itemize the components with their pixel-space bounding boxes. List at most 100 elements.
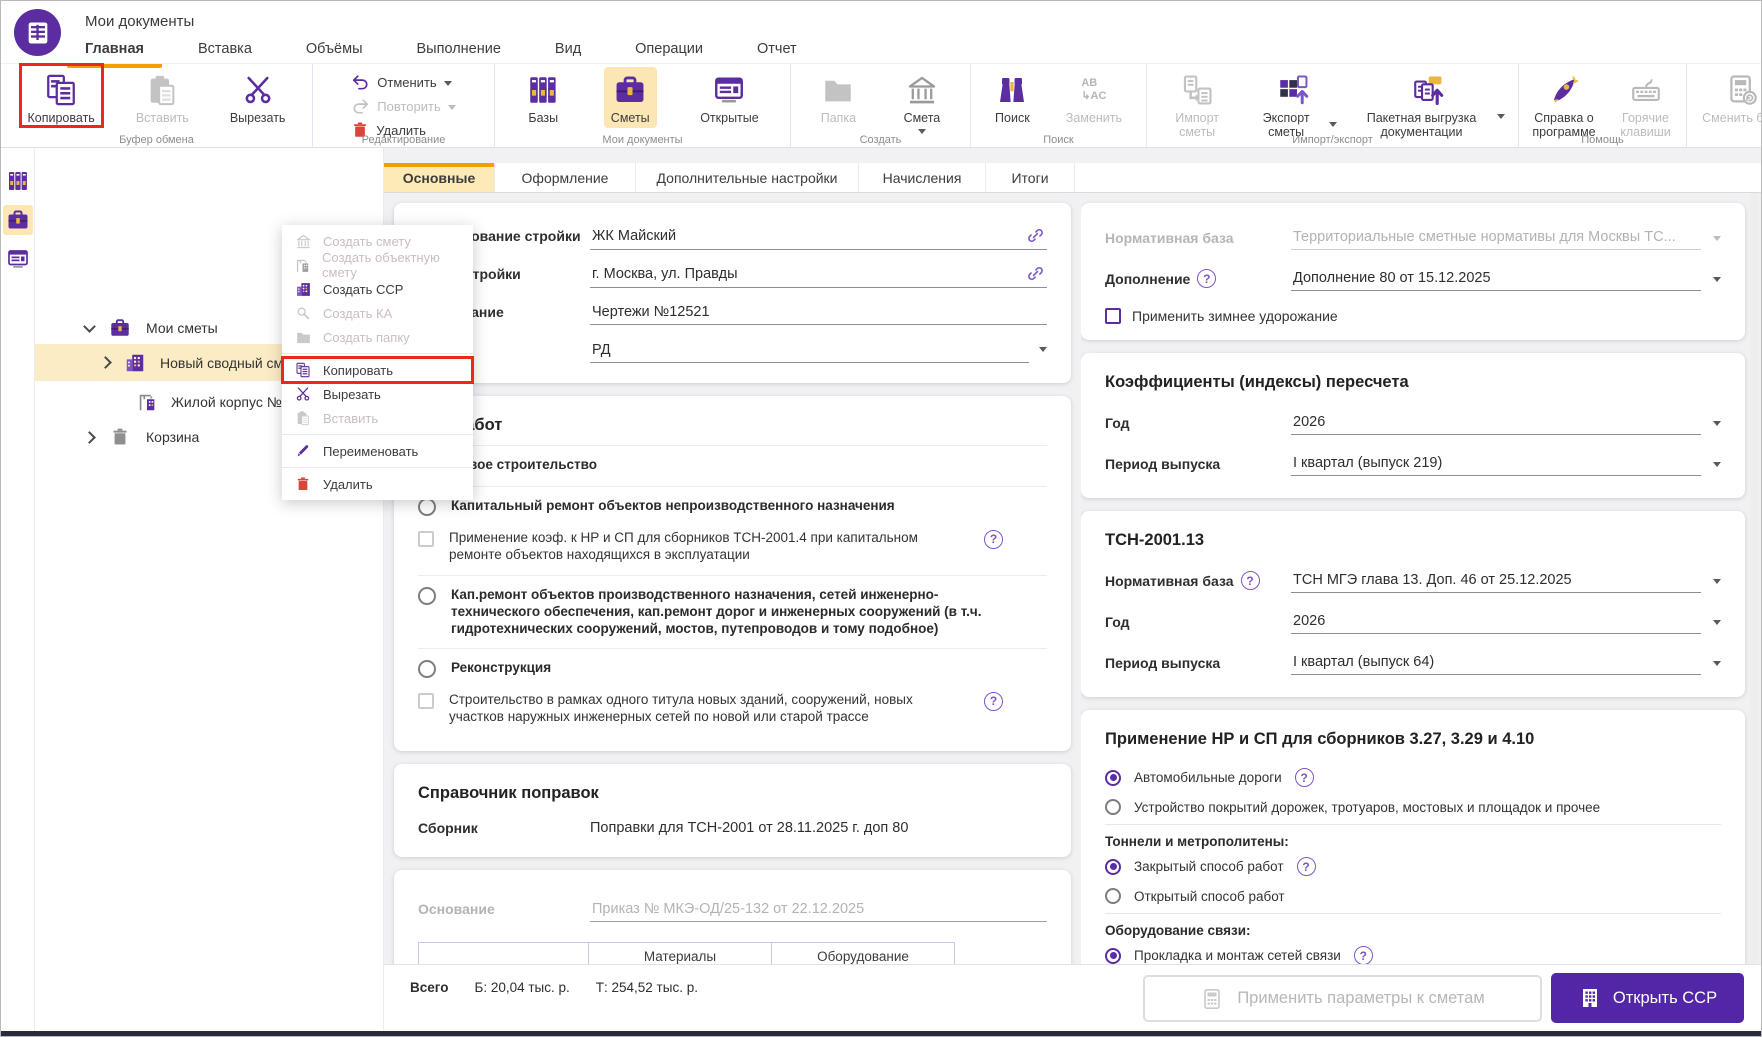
help-icon[interactable]: ?: [1353, 946, 1373, 964]
chevron-down-icon[interactable]: [1713, 420, 1721, 430]
chevron-down-icon[interactable]: [1713, 619, 1721, 629]
radio-option-reconstruction[interactable]: Реконструкция: [418, 653, 1047, 685]
paste-button[interactable]: Вставить: [129, 67, 196, 128]
help-icon[interactable]: ?: [1197, 269, 1217, 288]
undo-dropdown-icon[interactable]: [443, 80, 452, 90]
rail-opened-button[interactable]: [3, 244, 33, 274]
tsn-year-select[interactable]: 2026: [1291, 609, 1701, 634]
chevron-right-icon[interactable]: [99, 356, 112, 369]
tab-itogi[interactable]: Итоги: [986, 163, 1075, 192]
redo-dropdown-icon[interactable]: [447, 104, 456, 114]
bases-label: Базы: [528, 111, 559, 125]
chevron-down-icon[interactable]: [1713, 660, 1721, 670]
radio-icon[interactable]: [418, 498, 436, 516]
help-icon[interactable]: ?: [1294, 768, 1314, 787]
radio-icon[interactable]: [1105, 888, 1121, 904]
menu-item-delete[interactable]: Удалить: [282, 472, 473, 496]
menu-item-paste[interactable]: Вставить: [282, 406, 473, 430]
menu-item-cut[interactable]: Вырезать: [282, 382, 473, 406]
copy-button[interactable]: Копировать: [18, 62, 105, 129]
radio-option-closed-method[interactable]: Закрытый способ работ ?: [1105, 851, 1721, 882]
chevron-down-icon[interactable]: [1713, 235, 1721, 245]
undo-button[interactable]: Отменить: [351, 73, 455, 92]
menu-item-create-ssr[interactable]: Создать ССР: [282, 277, 473, 301]
winter-cost-checkbox-row[interactable]: Применить зимнее удорожание: [1105, 299, 1721, 326]
construction-name-input[interactable]: ЖК Майский: [590, 222, 1047, 250]
about-button[interactable]: Справка о программе: [1521, 67, 1607, 143]
checkbox-icon[interactable]: [418, 693, 434, 710]
tsn-release-period-select[interactable]: I квартал (выпуск 64): [1291, 650, 1701, 675]
menu-item-create-folder[interactable]: Создать папку: [282, 325, 473, 349]
radio-option-industrial-repair[interactable]: Кап.ремонт объектов производственного на…: [418, 580, 1047, 645]
open-ssr-button[interactable]: Открыть ССР: [1551, 973, 1744, 1023]
stage-select[interactable]: РД: [590, 338, 1029, 363]
change-base-button[interactable]: Сменить базу: [1695, 67, 1761, 128]
import-estimate-button[interactable]: Импорт сметы: [1153, 67, 1241, 143]
chevron-down-icon[interactable]: [1039, 346, 1047, 356]
radio-icon[interactable]: [1105, 799, 1121, 815]
chevron-down-icon[interactable]: [1713, 276, 1721, 286]
chevron-right-icon[interactable]: [83, 430, 96, 444]
address-input[interactable]: г. Москва, ул. Правды: [590, 260, 1047, 288]
menu-item-rename[interactable]: Переименовать: [282, 439, 473, 463]
note-input[interactable]: Чертежи №12521: [590, 300, 1047, 325]
radio-icon[interactable]: [418, 586, 436, 605]
year-select[interactable]: 2026: [1291, 410, 1701, 435]
link-icon[interactable]: [1026, 264, 1045, 283]
basis-input[interactable]: Приказ № МКЭ-ОД/25-132 от 22.12.2025: [590, 897, 1047, 922]
menu-item-create-ka[interactable]: Создать КА: [282, 301, 473, 325]
link-icon[interactable]: [1026, 226, 1045, 245]
checkbox-icon[interactable]: [1105, 308, 1121, 324]
radio-icon[interactable]: [418, 660, 436, 679]
help-icon[interactable]: ?: [984, 530, 1003, 549]
radio-option-open-method[interactable]: Открытый способ работ: [1105, 882, 1721, 910]
create-folder-button[interactable]: Папка: [814, 67, 863, 128]
radio-option-auto-roads[interactable]: Автомобильные дороги ?: [1105, 762, 1721, 793]
tab-oformlenie[interactable]: Оформление: [495, 163, 636, 192]
chevron-down-icon[interactable]: [1713, 578, 1721, 588]
vertical-scrollbar[interactable]: [1750, 193, 1759, 964]
radio-option-networks[interactable]: Прокладка и монтаж сетей связи ?: [1105, 940, 1721, 964]
cut-button[interactable]: Вырезать: [223, 67, 293, 128]
redo-button[interactable]: Повторить: [351, 97, 456, 116]
menu-item-create-object-estimate[interactable]: Создать объектную смету: [282, 250, 473, 280]
help-icon[interactable]: ?: [1296, 857, 1316, 876]
header: Мои документы Главная Вставка Объёмы Вып…: [1, 1, 1761, 148]
supplement-select[interactable]: Дополнение 80 от 15.12.2025: [1291, 266, 1701, 291]
radio-option-capital-repair[interactable]: Капитальный ремонт объектов непроизводст…: [418, 491, 1047, 523]
batch-export-dropdown-icon[interactable]: [1497, 114, 1505, 123]
help-icon[interactable]: ?: [1240, 571, 1260, 590]
tab-osnovnye[interactable]: Основные: [384, 163, 495, 192]
search-button[interactable]: Поиск: [988, 67, 1037, 128]
export-dropdown-icon[interactable]: [1329, 121, 1337, 131]
construction-name-value: ЖК Майский: [592, 227, 677, 244]
chevron-down-icon[interactable]: [83, 319, 96, 333]
radio-option-new-construction[interactable]: Новое строительство: [418, 450, 1047, 482]
replace-button[interactable]: AB ↳AC Заменить: [1059, 67, 1129, 128]
estimates-button[interactable]: Сметы: [603, 67, 657, 129]
opened-button[interactable]: Открытые: [693, 67, 766, 128]
radio-option-pavements[interactable]: Устройство покрытий дорожек, тротуаров, …: [1105, 793, 1721, 821]
rail-estimates-button[interactable]: [2, 205, 33, 235]
checkbox-option-nr-sp-coef[interactable]: Применение коэф. к НР и СП для сборников…: [418, 523, 1047, 571]
menu-item-copy[interactable]: Копировать: [281, 356, 474, 384]
release-period-select[interactable]: I квартал (выпуск 219): [1291, 451, 1701, 476]
export-estimate-button[interactable]: Экспорт сметы: [1241, 67, 1344, 143]
normative-base-select[interactable]: Территориальные сметные нормативы для Мо…: [1291, 225, 1701, 250]
tab-nachisleniya[interactable]: Начисления: [859, 163, 986, 192]
help-icon[interactable]: ?: [984, 692, 1003, 712]
batch-export-button[interactable]: Пакетная выгрузка документации: [1344, 67, 1512, 143]
rail-bases-button[interactable]: [3, 166, 33, 196]
chevron-down-icon[interactable]: [1713, 461, 1721, 471]
checkbox-option-single-title[interactable]: Строительство в рамках одного титула нов…: [418, 685, 1047, 733]
radio-icon[interactable]: [1105, 858, 1121, 875]
tsn-normative-base-select[interactable]: ТСН МГЭ глава 13. Доп. 46 от 25.12.2025: [1291, 568, 1701, 593]
create-estimate-button[interactable]: Смета: [897, 67, 948, 141]
hotkeys-button[interactable]: Горячие клавиши: [1607, 67, 1684, 143]
apply-parameters-button[interactable]: Применить параметры к сметам: [1143, 975, 1542, 1022]
checkbox-icon[interactable]: [418, 531, 434, 547]
tab-dop-nastroyki[interactable]: Дополнительные настройки: [636, 163, 859, 192]
bases-button[interactable]: Базы: [519, 67, 567, 128]
radio-icon[interactable]: [1105, 947, 1121, 964]
radio-icon[interactable]: [1105, 769, 1121, 786]
